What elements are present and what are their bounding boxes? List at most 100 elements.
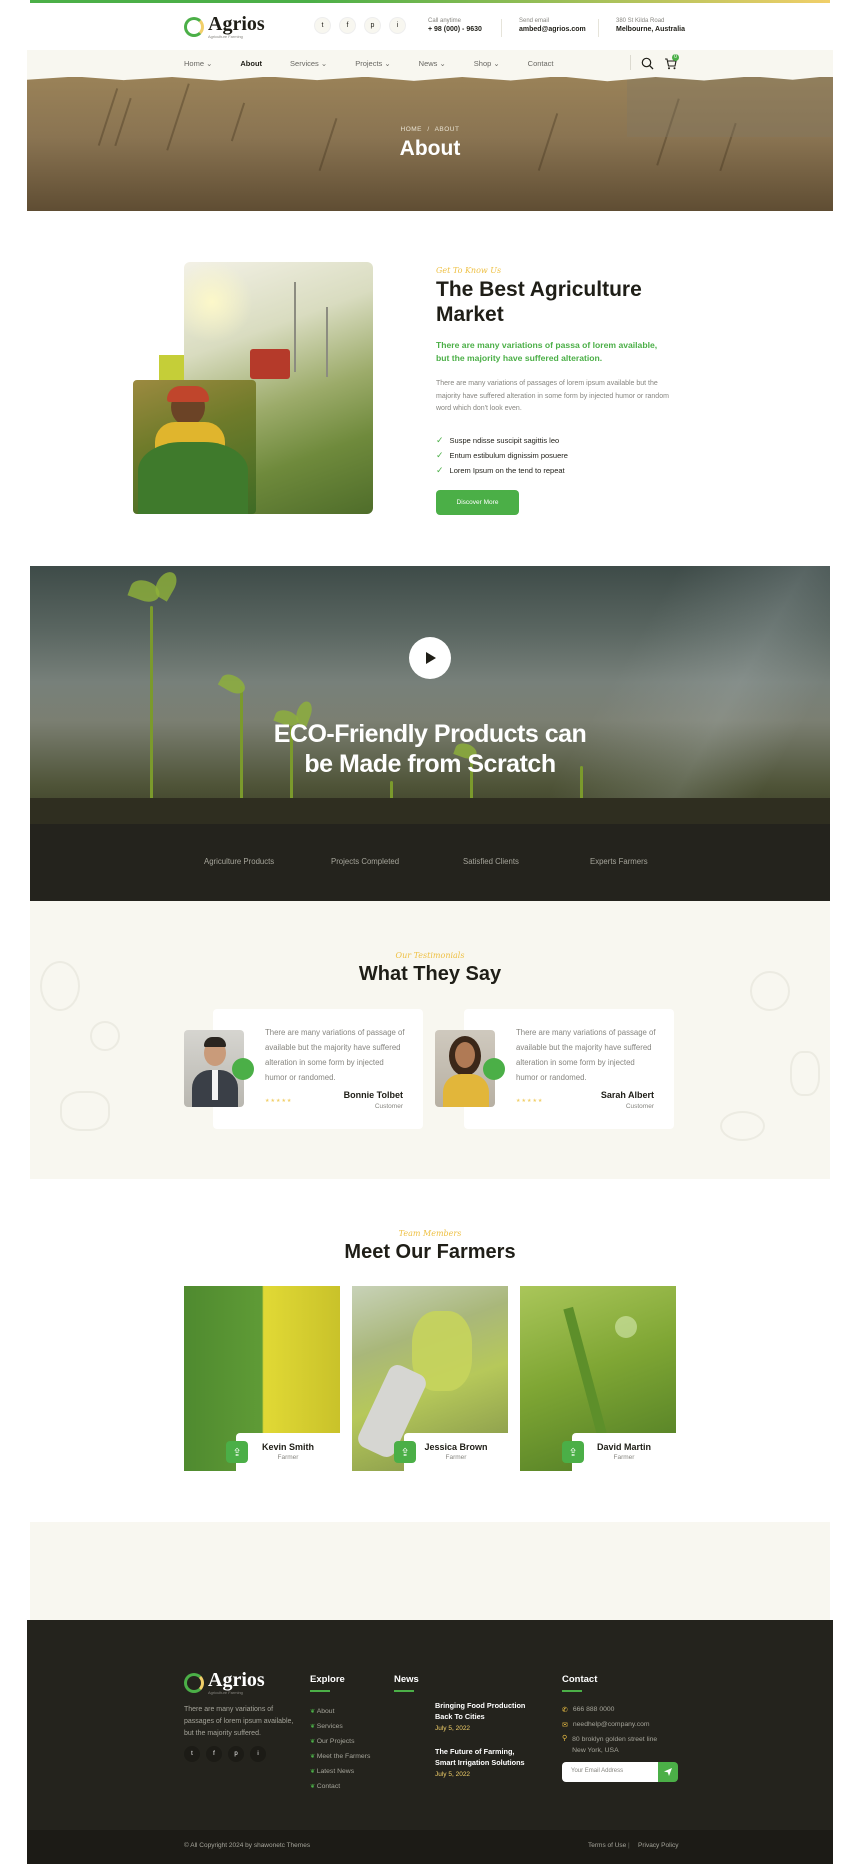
header-divider xyxy=(598,19,599,37)
footer-link[interactable]: ❦ Services xyxy=(310,1715,370,1730)
phone-icon: ✆ xyxy=(562,1706,568,1714)
farmers-title: Meet Our Farmers xyxy=(344,1241,516,1263)
about-highlight: There are many variations of passa of lo… xyxy=(436,340,658,363)
pinterest-icon[interactable]: p xyxy=(228,1746,244,1762)
footer-contact: Contact ✆ 666 888 0000 ✉ needhelp@compan… xyxy=(562,1674,657,1756)
site-logo[interactable]: Agrios Agriculture Farming xyxy=(184,14,265,39)
farmer-woman-image xyxy=(133,380,256,514)
header-email: Send email ambed@agrios.com xyxy=(519,18,586,33)
news-title-line2[interactable]: Back To Cities xyxy=(435,1711,525,1722)
stats-bar: Agriculture Products Projects Completed … xyxy=(30,824,830,901)
footer-logo[interactable]: Agrios Agriculture Farming xyxy=(184,1670,265,1695)
quote-badge xyxy=(232,1058,254,1080)
testimonials-tag: Our Testimonials xyxy=(395,951,465,960)
about-section-tag: Get To Know Us xyxy=(436,266,502,275)
footer-link[interactable]: ❦ Our Projects xyxy=(310,1730,370,1745)
farmer-name: Jessica Brown xyxy=(424,1442,488,1452)
nav-item-services[interactable]: Services ⌄ xyxy=(290,59,327,68)
contact-heading: Contact xyxy=(562,1674,598,1685)
logo-icon xyxy=(184,1672,204,1693)
rating-stars: ★★★★★ xyxy=(265,1098,293,1104)
address-value: Melbourne, Australia xyxy=(616,26,685,33)
breadcrumb-home[interactable]: HOME xyxy=(401,126,423,133)
testimonial-role: Customer xyxy=(625,1103,654,1110)
checklist-item: ✓ Suspe ndisse suscipit sagittis leo xyxy=(436,435,560,445)
quote-badge xyxy=(483,1058,505,1080)
terms-link[interactable]: Terms of Use xyxy=(588,1842,626,1849)
footer-social-links: t f p i xyxy=(184,1746,266,1762)
discover-more-button[interactable]: Discover More xyxy=(436,490,519,515)
facebook-icon[interactable]: f xyxy=(206,1746,222,1762)
nav-item-news[interactable]: News ⌄ xyxy=(419,59,446,68)
footer-news: News xyxy=(394,1674,419,1692)
explore-heading: Explore xyxy=(310,1674,345,1685)
footer-link[interactable]: ❦ Latest News xyxy=(310,1760,370,1775)
twitter-icon[interactable]: t xyxy=(314,17,331,34)
pinterest-icon[interactable]: p xyxy=(364,17,381,34)
share-icon[interactable]: ⇪ xyxy=(226,1441,248,1463)
check-icon: ✓ xyxy=(436,435,444,445)
farmer-role: Farmer xyxy=(445,1454,467,1461)
call-value[interactable]: + 98 (000) - 9630 xyxy=(428,26,482,33)
site-footer: Agrios Agriculture Farming There are man… xyxy=(27,1620,833,1864)
testimonials-section xyxy=(30,901,830,1179)
about-title-line2: Market xyxy=(436,303,504,326)
farmer-card[interactable]: Jessica Brown Farmer ⇪ xyxy=(352,1286,508,1471)
logo-icon xyxy=(184,16,204,37)
stat-label: Agriculture Products xyxy=(204,857,275,866)
video-play-button[interactable] xyxy=(409,637,451,679)
farmer-card[interactable]: David Martin Farmer ⇪ xyxy=(520,1286,676,1471)
testimonial-name: Sarah Albert xyxy=(600,1090,654,1100)
footer-link[interactable]: ❦ About xyxy=(310,1700,370,1715)
news-heading: News xyxy=(394,1674,419,1685)
news-title-line1[interactable]: Bringing Food Production xyxy=(435,1700,525,1711)
footer-news-post[interactable]: Bringing Food Production Back To Cities … xyxy=(435,1700,525,1732)
news-title-line2[interactable]: Smart Irrigation Solutions xyxy=(435,1757,525,1768)
contact-phone[interactable]: ✆ 666 888 0000 xyxy=(562,1702,657,1717)
instagram-icon[interactable]: i xyxy=(389,17,406,34)
footer-bottom-bar: © All Copyright 2024 by shawonetc Themes… xyxy=(27,1830,833,1864)
email-value[interactable]: ambed@agrios.com xyxy=(519,26,586,33)
map-pin-icon: ⚲ xyxy=(562,1735,568,1742)
twitter-icon[interactable]: t xyxy=(184,1746,200,1762)
newsletter-submit-button[interactable] xyxy=(658,1762,678,1782)
footer-news-post[interactable]: The Future of Farming, Smart Irrigation … xyxy=(435,1746,525,1778)
share-icon[interactable]: ⇪ xyxy=(394,1441,416,1463)
about-title-line1: The Best Agriculture xyxy=(436,278,642,301)
about-body: There are many variations of passages of… xyxy=(436,380,669,412)
footer-link[interactable]: ❦ Meet the Farmers xyxy=(310,1745,370,1760)
news-date: July 5, 2022 xyxy=(435,1725,471,1732)
check-icon: ✓ xyxy=(436,450,444,460)
checklist-item: ✓ Lorem Ipsum on the tend to repeat xyxy=(436,465,565,475)
contact-email[interactable]: ✉ needhelp@company.com xyxy=(562,1717,657,1732)
newsletter-email-input[interactable]: Your Email Address xyxy=(562,1762,658,1782)
nav-item-home[interactable]: Home ⌄ xyxy=(184,59,212,68)
heading-underline xyxy=(562,1690,582,1692)
heading-underline xyxy=(394,1690,414,1692)
send-icon xyxy=(664,1768,672,1776)
footer-link[interactable]: ❦ Contact xyxy=(310,1775,370,1790)
testimonial-text: There are many variations of passage of … xyxy=(265,1028,405,1082)
contact-address: ⚲ 80 broklyn golden street line New York,… xyxy=(562,1735,658,1754)
breadcrumb: HOME / ABOUT xyxy=(0,126,860,133)
nav-item-contact[interactable]: Contact xyxy=(528,59,554,68)
privacy-link[interactable]: Privacy Policy xyxy=(638,1842,678,1849)
footer-about-text: There are many variations of passages of… xyxy=(184,1706,294,1737)
video-title-line2: be Made from Scratch xyxy=(304,750,556,778)
nav-divider xyxy=(630,55,631,72)
instagram-icon[interactable]: i xyxy=(250,1746,266,1762)
farmer-card[interactable]: Kevin Smith Farmer ⇪ xyxy=(184,1286,340,1471)
nav-item-projects[interactable]: Projects ⌄ xyxy=(355,59,390,68)
share-icon[interactable]: ⇪ xyxy=(562,1441,584,1463)
header-address: 380 St Kilda Road Melbourne, Australia xyxy=(616,18,685,33)
nav-item-about[interactable]: About xyxy=(240,59,262,68)
envelope-icon: ✉ xyxy=(562,1721,568,1729)
search-icon[interactable] xyxy=(641,57,654,70)
news-date: July 5, 2022 xyxy=(435,1771,471,1778)
news-title-line1[interactable]: The Future of Farming, xyxy=(435,1746,525,1757)
nav-item-shop[interactable]: Shop ⌄ xyxy=(474,59,500,68)
video-title: ECO-Friendly Products can be Made from S… xyxy=(0,719,860,779)
check-icon: ✓ xyxy=(436,465,444,475)
logo-text: Agrios xyxy=(208,13,265,35)
facebook-icon[interactable]: f xyxy=(339,17,356,34)
